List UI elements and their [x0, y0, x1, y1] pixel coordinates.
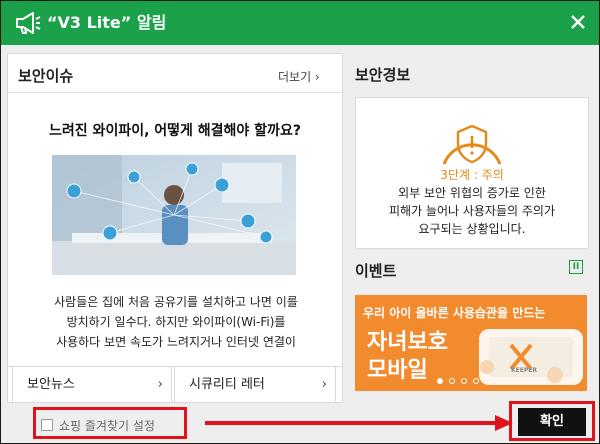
issue-tabs: 보안뉴스 › 시큐리티 레터 › [8, 366, 342, 403]
issue-body: 사람들은 집에 처음 공유기를 설치하고 나면 이를 방치하기 일수다. 하지만… [24, 292, 328, 352]
tab-security-news[interactable]: 보안뉴스 › [12, 367, 172, 403]
carousel-dot[interactable] [473, 378, 479, 384]
issue-body-line: 사용하다 보면 속도가 느려지거나 인터넷 연결이 [56, 335, 296, 349]
security-issue-heading: 보안이슈 [18, 67, 74, 85]
carousel-dots [437, 378, 497, 386]
more-link[interactable]: 더보기 › [278, 68, 320, 85]
alert-desc-line: 외부 보안 위협의 증가로 인한 [398, 186, 546, 200]
chevron-right-icon: › [321, 377, 327, 392]
issue-headline[interactable]: 느려진 와이파이, 어떻게 해결해야 할까요? [8, 120, 342, 140]
highlight-box-checkbox [33, 407, 187, 439]
banner-tagline: 우리 아이 올바른 사용습관을 만드는 [363, 306, 546, 320]
carousel-dot[interactable] [461, 378, 467, 384]
divider [8, 92, 342, 93]
tab-label: 보안뉴스 [27, 377, 75, 392]
alert-desc-line: 요구되는 상황입니다. [418, 222, 526, 236]
banner-logo-text: KEEPER [511, 367, 537, 374]
event-banner[interactable]: 우리 아이 올바른 사용습관을 만드는 자녀보호 모바일 KEEPER [355, 295, 587, 391]
alert-level: 3단계 : 주의 [440, 168, 504, 182]
article-image[interactable] [52, 155, 296, 275]
security-alert-heading: 보안경보 [355, 66, 411, 84]
tab-label: 시큐리티 레터 [189, 377, 265, 392]
close-icon[interactable] [567, 11, 589, 33]
banner-title-line2: 모바일 [367, 358, 428, 383]
issue-body-line: 사람들은 집에 처음 공유기를 설치하고 나면 이를 [54, 295, 298, 309]
shield-warning-icon [442, 124, 502, 165]
window-title: “V3 Lite” 알림 [47, 13, 167, 32]
notification-window: “V3 Lite” 알림 보안이슈 더보기 › 느려진 와이파이, 어떻게 해결… [0, 0, 600, 444]
right-panel: 보안경보 3단계 : 주의 외부 보안 위협의 증가로 인한 피해가 늘어나 사… [349, 53, 595, 401]
chevron-right-icon: › [157, 377, 163, 392]
megaphone-icon [16, 12, 41, 34]
alert-description: 외부 보안 위협의 증가로 인한 피해가 늘어나 사용자들의 주의가 요구되는 … [356, 184, 588, 238]
event-heading: 이벤트 [355, 262, 397, 280]
tab-security-letter[interactable]: 시큐리티 레터 › [174, 367, 336, 403]
carousel-dot[interactable] [449, 378, 455, 384]
security-alert-box: 3단계 : 주의 외부 보안 위협의 증가로 인한 피해가 늘어나 사용자들의 … [355, 97, 589, 249]
arrow-annotation [205, 415, 513, 431]
issue-body-line: 방치하기 일수다. 하지만 와이파이(Wi-Fi)를 [66, 315, 286, 329]
alert-desc-line: 피해가 늘어나 사용자들의 주의가 [388, 204, 555, 218]
carousel-dot[interactable] [437, 378, 443, 384]
security-issue-panel: 보안이슈 더보기 › 느려진 와이파이, 어떻게 해결해야 할까요? 사람들은 … [7, 53, 343, 403]
ok-button[interactable]: 확인 [518, 408, 586, 436]
pause-icon[interactable]: II [569, 260, 583, 274]
title-bar: “V3 Lite” 알림 [1, 1, 599, 45]
